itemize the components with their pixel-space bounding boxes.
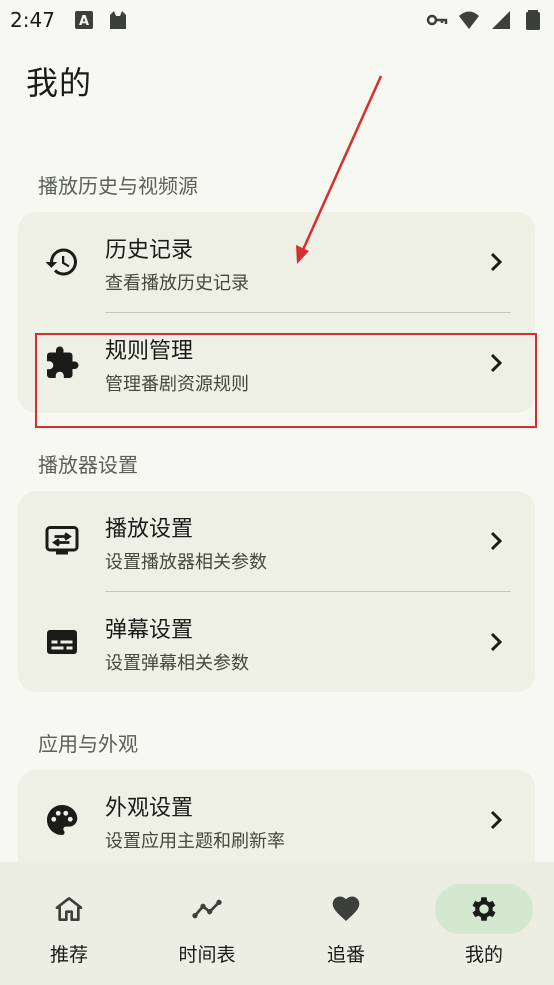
timeline-icon [192,899,222,919]
chevron-right-icon [490,632,503,652]
nav-following[interactable]: 追番 [277,862,415,985]
appearance-settings-title: 外观设置 [105,796,194,821]
player-settings-row[interactable]: 播放设置 设置播放器相关参数 [18,491,535,591]
history-icon [45,248,77,276]
danmaku-settings-subtitle: 设置弹幕相关参数 [105,653,249,674]
player-settings-title: 播放设置 [105,517,194,542]
card-player-settings: 播放设置 设置播放器相关参数 弹幕设置 设置弹幕相关参数 [18,491,535,692]
bottom-navigation: 推荐 时间表 追番 我的 [0,862,554,985]
palette-icon [47,805,78,835]
nav-mine[interactable]: 我的 [415,862,553,985]
signal-icon [492,11,510,29]
nav-label-timetable: 时间表 [178,944,236,966]
appearance-settings-subtitle: 设置应用主题和刷新率 [105,831,285,852]
section-header-player: 播放器设置 [38,453,138,477]
status-right-icons [426,9,544,31]
section-header-history: 播放历史与视频源 [38,174,198,198]
appearance-settings-row[interactable]: 外观设置 设置应用主题和刷新率 [18,770,535,870]
chevron-right-icon [490,810,503,830]
nav-timetable[interactable]: 时间表 [138,862,276,985]
status-time: 2:47 [10,8,55,32]
wifi-icon [459,11,479,29]
subtitles-icon [47,630,77,654]
chevron-right-icon [490,252,503,272]
danmaku-settings-row[interactable]: 弹幕设置 设置弹幕相关参数 [18,592,535,692]
battery-icon [526,10,540,30]
heart-icon [332,896,360,921]
cat-icon [109,11,126,29]
annotation-highlight-box [35,333,537,428]
nav-label-recommend: 推荐 [49,944,88,966]
status-bar: 2:47 A [0,0,554,40]
nav-label-mine: 我的 [464,944,503,966]
section-header-appearance: 应用与外观 [38,732,138,756]
a-box-icon: A [74,11,93,29]
history-subtitle: 查看播放历史记录 [105,273,249,294]
status-left-icons: A [73,9,129,31]
nav-recommend[interactable]: 推荐 [0,862,138,985]
home-icon [55,897,83,921]
danmaku-settings-title: 弹幕设置 [105,618,194,643]
history-title: 历史记录 [105,238,194,263]
svg-text:A: A [79,14,89,29]
history-row[interactable]: 历史记录 查看播放历史记录 [18,212,535,312]
key-icon [426,14,448,26]
nav-label-following: 追番 [326,944,365,966]
gear-icon [472,897,496,921]
page-title: 我的 [26,64,93,102]
player-settings-icon [45,526,79,555]
chevron-right-icon [490,531,503,551]
player-settings-subtitle: 设置播放器相关参数 [105,552,267,573]
